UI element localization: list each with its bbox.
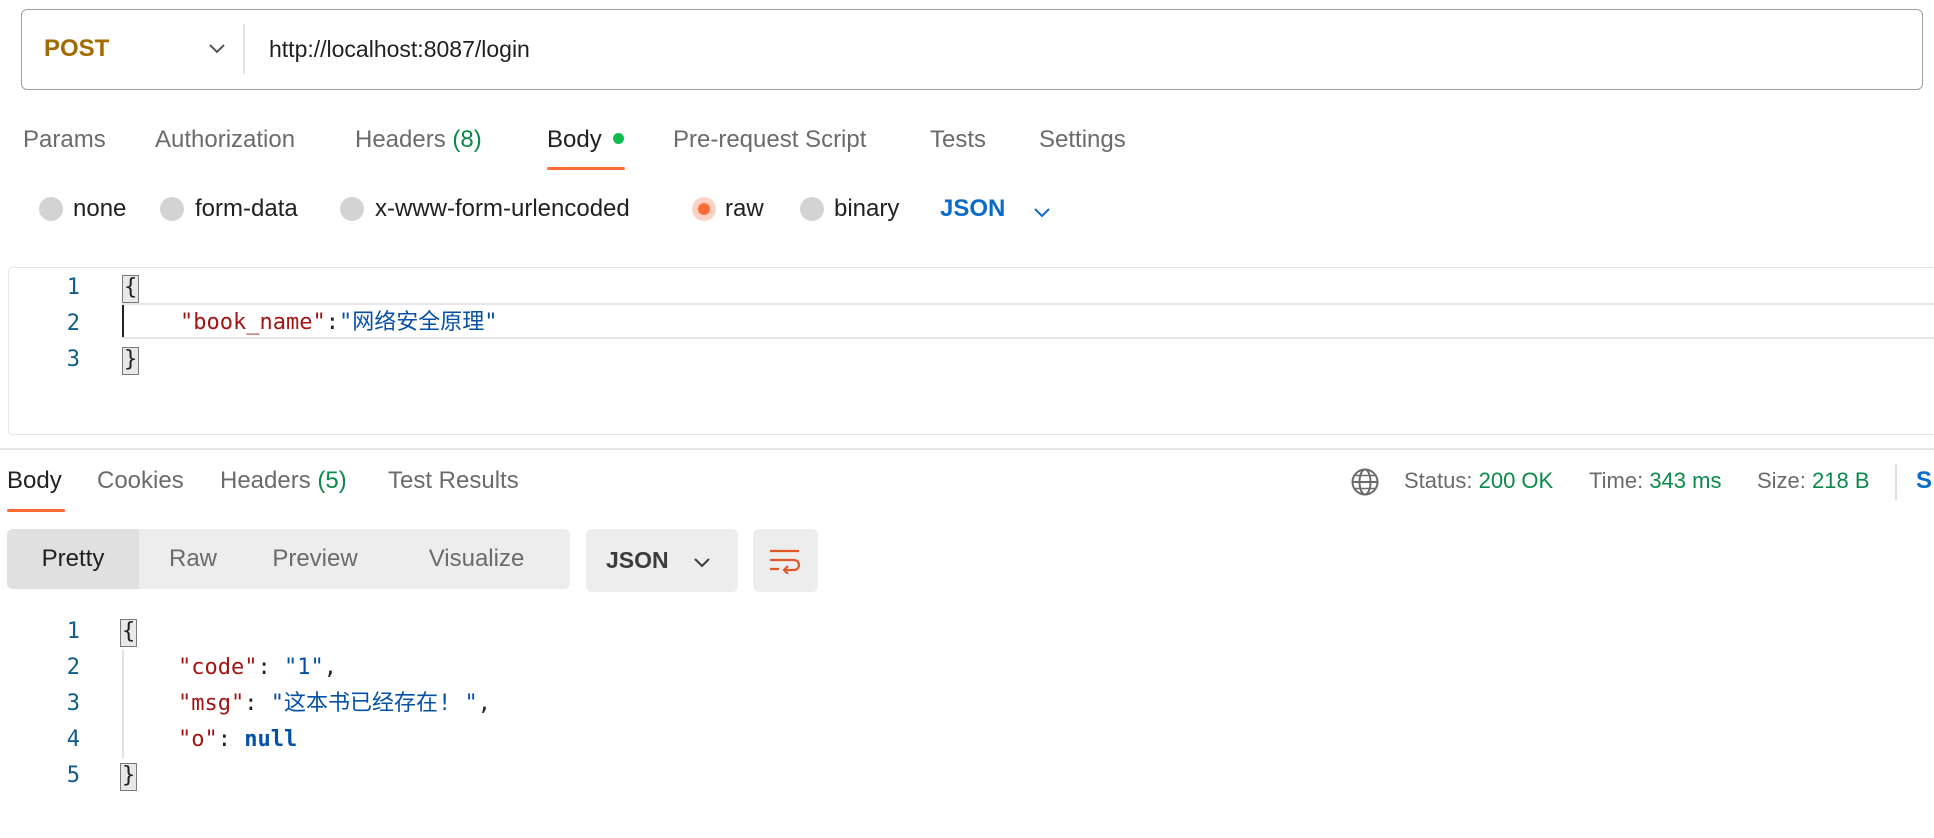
- status-value: 200 OK: [1478, 468, 1554, 493]
- json-key: "code": [178, 655, 258, 680]
- body-language-select[interactable]: JSON: [940, 192, 1005, 226]
- tab-params[interactable]: Params: [23, 122, 106, 158]
- chevron-down-icon[interactable]: [1032, 202, 1052, 222]
- code-line: "book_name":"网络安全原理": [180, 305, 497, 341]
- tab-body[interactable]: Body: [547, 122, 602, 158]
- url-input[interactable]: http://localhost:8087/login: [269, 10, 530, 88]
- radio-raw-label: raw: [725, 195, 764, 222]
- line-number: 2: [66, 655, 80, 680]
- tab-authorization[interactable]: Authorization: [155, 122, 295, 158]
- radio-binary-label: binary: [834, 195, 900, 222]
- code-line: }: [120, 758, 138, 794]
- response-format-label: JSON: [606, 547, 669, 573]
- view-mode-pretty[interactable]: Pretty: [7, 529, 139, 589]
- json-key: "o": [178, 727, 218, 752]
- text-cursor: [122, 305, 124, 337]
- radio-urlencoded[interactable]: [340, 197, 364, 221]
- active-tab-indicator: [547, 167, 625, 170]
- tab-headers-count: (8): [452, 126, 482, 153]
- radio-urlencoded-label: x-www-form-urlencoded: [375, 195, 630, 222]
- url-divider: [243, 24, 245, 74]
- json-value: "这本书已经存在! ": [270, 691, 478, 716]
- code-line: {: [122, 270, 140, 306]
- time-label: Time:: [1589, 468, 1644, 493]
- response-tab-headers[interactable]: Headers (5): [220, 463, 347, 499]
- view-mode-visualize[interactable]: Visualize: [383, 529, 570, 589]
- radio-binary[interactable]: [800, 197, 824, 221]
- code-line: }: [122, 342, 140, 378]
- time-value: 343 ms: [1649, 468, 1722, 493]
- radio-none-label: none: [73, 195, 127, 222]
- response-time[interactable]: Time: 343 ms: [1589, 463, 1721, 499]
- request-body-editor[interactable]: [8, 267, 1934, 435]
- active-tab-indicator: [7, 509, 65, 512]
- line-number: 2: [66, 311, 80, 336]
- response-format-select[interactable]: JSON: [586, 529, 738, 592]
- response-tab-body[interactable]: Body: [7, 463, 62, 499]
- close-brace: }: [120, 763, 138, 791]
- save-response-button[interactable]: S: [1916, 463, 1932, 499]
- url-bar: POST http://localhost:8087/login: [21, 9, 1923, 90]
- wrap-lines-icon: [770, 549, 801, 574]
- line-number: 3: [66, 691, 80, 716]
- code-line: {: [120, 614, 138, 650]
- json-value: "网络安全原理": [338, 310, 498, 335]
- chevron-down-icon: [694, 558, 710, 568]
- open-brace: {: [120, 619, 138, 647]
- radio-form-data-label: form-data: [195, 195, 298, 222]
- radio-raw[interactable]: [692, 197, 716, 221]
- status-label: Status:: [1404, 468, 1473, 493]
- json-key: "msg": [178, 691, 245, 716]
- globe-icon[interactable]: [1350, 467, 1380, 497]
- json-colon: :: [325, 310, 339, 335]
- meta-divider: [1895, 464, 1897, 500]
- tab-settings[interactable]: Settings: [1039, 122, 1126, 158]
- section-divider: [0, 448, 1934, 450]
- size-value: 218 B: [1812, 468, 1870, 493]
- line-number: 1: [66, 619, 80, 644]
- response-size[interactable]: Size: 218 B: [1757, 463, 1870, 499]
- line-number: 3: [66, 347, 80, 372]
- open-brace: {: [122, 275, 140, 303]
- wrap-lines-button[interactable]: [753, 529, 818, 592]
- json-value: null: [244, 727, 298, 752]
- line-number: 4: [66, 727, 80, 752]
- body-modified-dot: [613, 133, 624, 144]
- chevron-down-icon[interactable]: [207, 38, 227, 58]
- radio-form-data[interactable]: [160, 197, 184, 221]
- view-mode-raw[interactable]: Raw: [139, 529, 247, 589]
- json-key: "book_name": [180, 310, 326, 335]
- view-mode-preview[interactable]: Preview: [247, 529, 383, 589]
- code-line: "code": "1",: [178, 655, 337, 680]
- radio-none[interactable]: [39, 197, 63, 221]
- size-label: Size:: [1757, 468, 1806, 493]
- response-tab-headers-label: Headers: [220, 467, 311, 494]
- tab-tests[interactable]: Tests: [930, 122, 986, 158]
- method-select[interactable]: POST: [44, 10, 109, 88]
- close-brace: }: [122, 347, 140, 375]
- response-tab-cookies[interactable]: Cookies: [97, 463, 184, 499]
- view-mode-segmented-control: Pretty Raw Preview Visualize: [7, 529, 570, 589]
- tab-pre-request-script[interactable]: Pre-request Script: [673, 122, 866, 158]
- line-number: 1: [66, 275, 80, 300]
- code-line: "o": null: [178, 727, 298, 752]
- response-status[interactable]: Status: 200 OK: [1404, 463, 1553, 499]
- tab-headers-label: Headers: [355, 126, 446, 153]
- code-line: "msg": "这本书已经存在! ",: [178, 691, 491, 716]
- line-number: 5: [66, 763, 80, 788]
- tab-headers[interactable]: Headers (8): [355, 122, 482, 158]
- indent-guide: [122, 650, 124, 758]
- json-value: "1": [283, 655, 324, 680]
- response-tab-headers-count: (5): [317, 467, 347, 494]
- response-tab-test-results[interactable]: Test Results: [388, 463, 519, 499]
